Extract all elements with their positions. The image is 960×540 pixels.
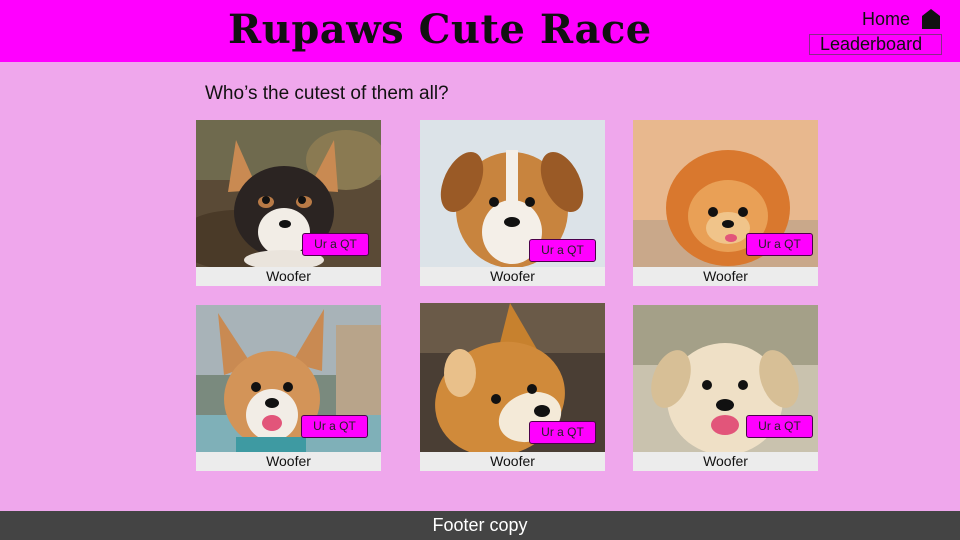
dog-card: Woofer Ur a QT	[633, 120, 818, 286]
vote-button[interactable]: Ur a QT	[746, 233, 813, 256]
site-header: Rupaws Cute Race Home Leaderboard	[0, 0, 960, 62]
dog-caption: Woofer	[196, 267, 381, 286]
leaderboard-button[interactable]: Leaderboard	[809, 34, 942, 55]
home-icon	[922, 9, 941, 29]
dog-card: Woofer Ur a QT	[196, 305, 381, 471]
dog-card: Woofer Ur a QT	[196, 120, 381, 286]
vote-button[interactable]: Ur a QT	[529, 421, 596, 444]
dog-card: Woofer Ur a QT	[633, 305, 818, 471]
dog-caption: Woofer	[196, 452, 381, 471]
nav-home-label: Home	[862, 8, 911, 29]
footer-copy: Footer copy	[432, 515, 528, 535]
site-title: Rupaws Cute Race	[228, 6, 652, 53]
page-prompt: Who’s the cutest of them all?	[205, 83, 449, 104]
vote-button[interactable]: Ur a QT	[301, 415, 368, 438]
dog-card: Woofer Ur a QT	[420, 120, 605, 286]
vote-button[interactable]: Ur a QT	[529, 239, 596, 262]
dog-caption: Woofer	[420, 452, 605, 471]
nav-home-link[interactable]: Home	[862, 7, 942, 31]
dog-caption: Woofer	[633, 267, 818, 286]
dog-caption: Woofer	[633, 452, 818, 471]
vote-button[interactable]: Ur a QT	[302, 233, 369, 256]
dog-caption: Woofer	[420, 267, 605, 286]
vote-button[interactable]: Ur a QT	[746, 415, 813, 438]
site-footer: Footer copy	[0, 511, 960, 540]
dog-card: Woofer Ur a QT	[420, 303, 605, 471]
